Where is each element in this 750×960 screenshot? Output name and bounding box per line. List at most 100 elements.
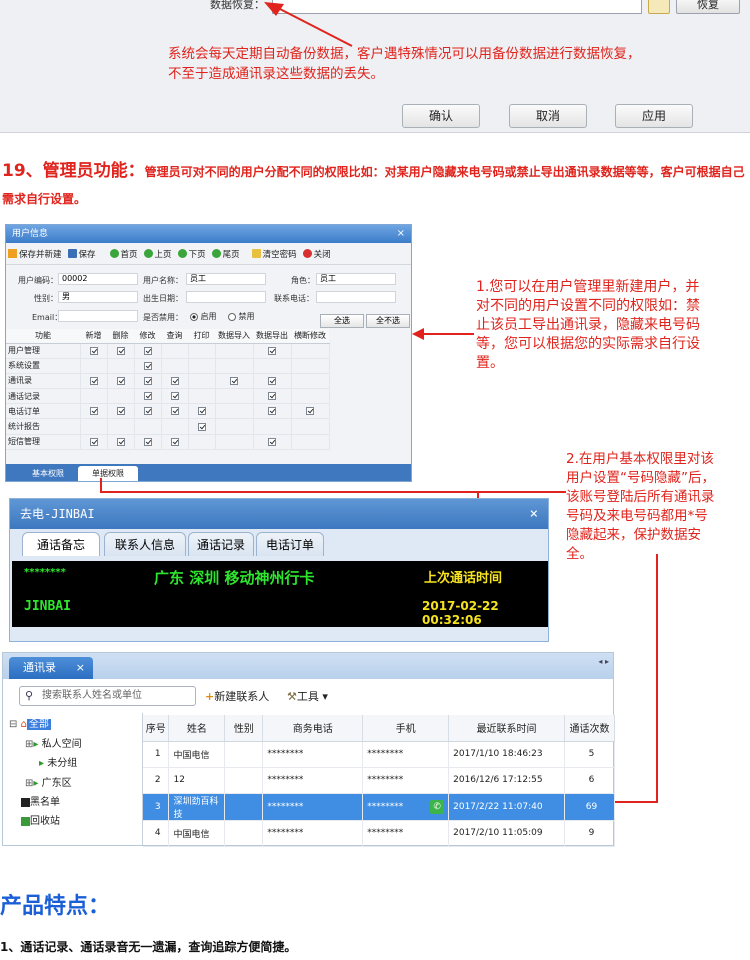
contacts-table: 序号 姓名 性别 商务电话 手机 最近联系时间 通话次数 1 中国电信 ******** ****… (143, 715, 615, 847)
permission-checkbox[interactable] (170, 407, 179, 416)
tree-node-guangdong[interactable]: ⊞▸ 广东区 (25, 774, 72, 789)
permission-checkbox[interactable] (89, 407, 98, 416)
tab-call-records[interactable]: 通话记录 (188, 532, 254, 556)
tree-node-recycle[interactable]: 回收站 (21, 812, 60, 827)
contacts-column-header[interactable]: 商务电话 (262, 715, 364, 742)
scroll-arrows-icon[interactable]: ◂ ▸ (598, 657, 609, 666)
contact-search-input[interactable]: ⚲ 搜索联系人姓名或单位 (19, 686, 196, 706)
contact-row[interactable]: 3 深圳劲百科技 ******** ******** ✆ 2017/2/22 11:07:… (143, 793, 615, 821)
cancel-button[interactable]: 取消 (509, 104, 587, 128)
permission-checkbox[interactable] (89, 376, 98, 385)
tree-node-ungrouped[interactable]: ▸ 未分组 (39, 754, 77, 769)
permission-checkbox[interactable] (268, 392, 276, 401)
select-all-button[interactable]: 全选 (320, 314, 364, 328)
permission-cell (215, 403, 254, 420)
permission-checkbox[interactable] (268, 346, 276, 355)
tab-basic-permission[interactable]: 基本权限 (18, 466, 78, 481)
permission-checkbox[interactable] (170, 437, 179, 446)
radio-unchecked-icon (228, 312, 236, 321)
phone-field[interactable] (316, 291, 396, 303)
tree-node-all[interactable]: ⊟ ⌂ 全部 (9, 715, 51, 730)
name-field[interactable]: 员工 (186, 273, 266, 285)
permission-checkbox[interactable] (143, 346, 152, 355)
prev-page-button[interactable]: 上页 (143, 248, 172, 260)
permission-checkbox[interactable] (170, 392, 179, 401)
permission-cell (291, 373, 330, 390)
next-page-button[interactable]: 下页 (177, 248, 206, 260)
permission-checkbox[interactable] (89, 346, 98, 355)
tree-node-blacklist[interactable]: 黑名单 (21, 793, 60, 808)
close-button[interactable]: 关闭 (302, 248, 331, 260)
first-page-button[interactable]: 首页 (109, 248, 138, 260)
tab-document-permission[interactable]: 单据权限 (78, 466, 138, 481)
email-field[interactable] (58, 310, 138, 322)
contacts-column-header[interactable]: 姓名 (168, 715, 226, 742)
permission-cell (134, 403, 162, 420)
last-page-button[interactable]: 尾页 (211, 248, 240, 260)
contacts-column-header[interactable]: 性别 (224, 715, 264, 742)
tab-contacts[interactable]: 通讯录 × (9, 657, 93, 679)
permission-checkbox[interactable] (170, 376, 179, 385)
contact-row[interactable]: 4 中国电信 ******** ******** 2017/2/10 11:05:09 9 (143, 820, 615, 847)
permission-checkbox[interactable] (89, 437, 98, 446)
annotation-line: 全。 (566, 546, 593, 562)
permission-checkbox[interactable] (143, 437, 152, 446)
permission-checkbox[interactable] (306, 407, 314, 416)
permission-column-header: 新增 (80, 329, 107, 344)
tab-call-memo[interactable]: 通话备忘 (22, 532, 100, 556)
permission-function-name: 用户管理 (6, 343, 81, 359)
permission-checkbox[interactable] (116, 407, 125, 416)
permission-checkbox[interactable] (143, 407, 152, 416)
tools-menu-button[interactable]: ⚒工具 ▾ (287, 688, 328, 704)
save-button[interactable]: 保存 (67, 248, 96, 260)
restore-button[interactable]: 恢复 (676, 0, 740, 14)
permission-checkbox[interactable] (197, 407, 206, 416)
contacts-column-header[interactable]: 手机 (362, 715, 450, 742)
contact-cell-biz: ******** (262, 767, 364, 794)
gender-field[interactable]: 男 (58, 291, 138, 303)
permission-checkbox[interactable] (268, 376, 276, 385)
contacts-column-header[interactable]: 最近联系时间 (448, 715, 565, 742)
new-contact-button[interactable]: +新建联系人 (205, 688, 269, 704)
role-field[interactable]: 员工 (316, 273, 396, 285)
disable-radio[interactable]: 禁用 (228, 311, 255, 322)
enable-radio[interactable]: 启用 (190, 311, 217, 322)
close-icon[interactable]: × (397, 225, 405, 243)
permission-checkbox[interactable] (143, 376, 152, 385)
code-field[interactable]: 00002 (58, 273, 138, 285)
birth-field[interactable] (186, 291, 266, 303)
annotation-line: 置。 (476, 355, 504, 371)
permission-checkbox[interactable] (143, 361, 152, 370)
permission-checkbox[interactable] (230, 376, 238, 385)
close-icon[interactable]: × (76, 657, 85, 679)
contacts-column-header[interactable]: 通话次数 (564, 715, 615, 742)
permission-checkbox[interactable] (268, 437, 276, 446)
folder-browse-icon[interactable] (648, 0, 670, 14)
contact-row[interactable]: 2 12 ******** ******** 2016/12/6 17:12:55 6 (143, 767, 615, 794)
save-icon (67, 249, 77, 258)
permission-checkbox[interactable] (116, 376, 125, 385)
select-none-button[interactable]: 全不选 (366, 314, 410, 328)
permission-checkbox[interactable] (268, 407, 276, 416)
contact-cell-time: 2016/12/6 17:12:55 (448, 767, 565, 794)
contact-row[interactable]: 1 中国电信 ******** ******** 2017/1/10 18:46:23 5 (143, 741, 615, 768)
apply-button[interactable]: 应用 (615, 104, 693, 128)
tree-node-private[interactable]: ⊞▸ 私人空间 (25, 735, 82, 750)
permission-column-header: 数据导出 (253, 329, 291, 344)
save-new-button[interactable]: 保存并新建 (8, 248, 62, 260)
permission-checkbox[interactable] (116, 437, 125, 446)
caller-display: ******** 广东 深圳 移动神州行卡 上次通话时间 JINBAI 2017… (12, 561, 548, 627)
close-icon[interactable]: × (530, 499, 538, 529)
permission-checkbox[interactable] (197, 422, 206, 431)
phone-call-icon[interactable]: ✆ (430, 799, 445, 814)
tab-phone-orders[interactable]: 电话订单 (256, 532, 324, 556)
permission-checkbox[interactable] (116, 346, 125, 355)
clear-password-button[interactable]: 清空密码 (251, 248, 297, 260)
permission-checkbox[interactable] (143, 392, 152, 401)
tab-contact-info[interactable]: 联系人信息 (104, 532, 186, 556)
confirm-button[interactable]: 确认 (402, 104, 480, 128)
backup-note-line: 不至于造成通讯录这些数据的丢失。 (168, 66, 384, 82)
permission-function-name: 短信管理 (6, 434, 81, 450)
permission-cell (107, 388, 135, 405)
contacts-column-header[interactable]: 序号 (143, 715, 170, 742)
